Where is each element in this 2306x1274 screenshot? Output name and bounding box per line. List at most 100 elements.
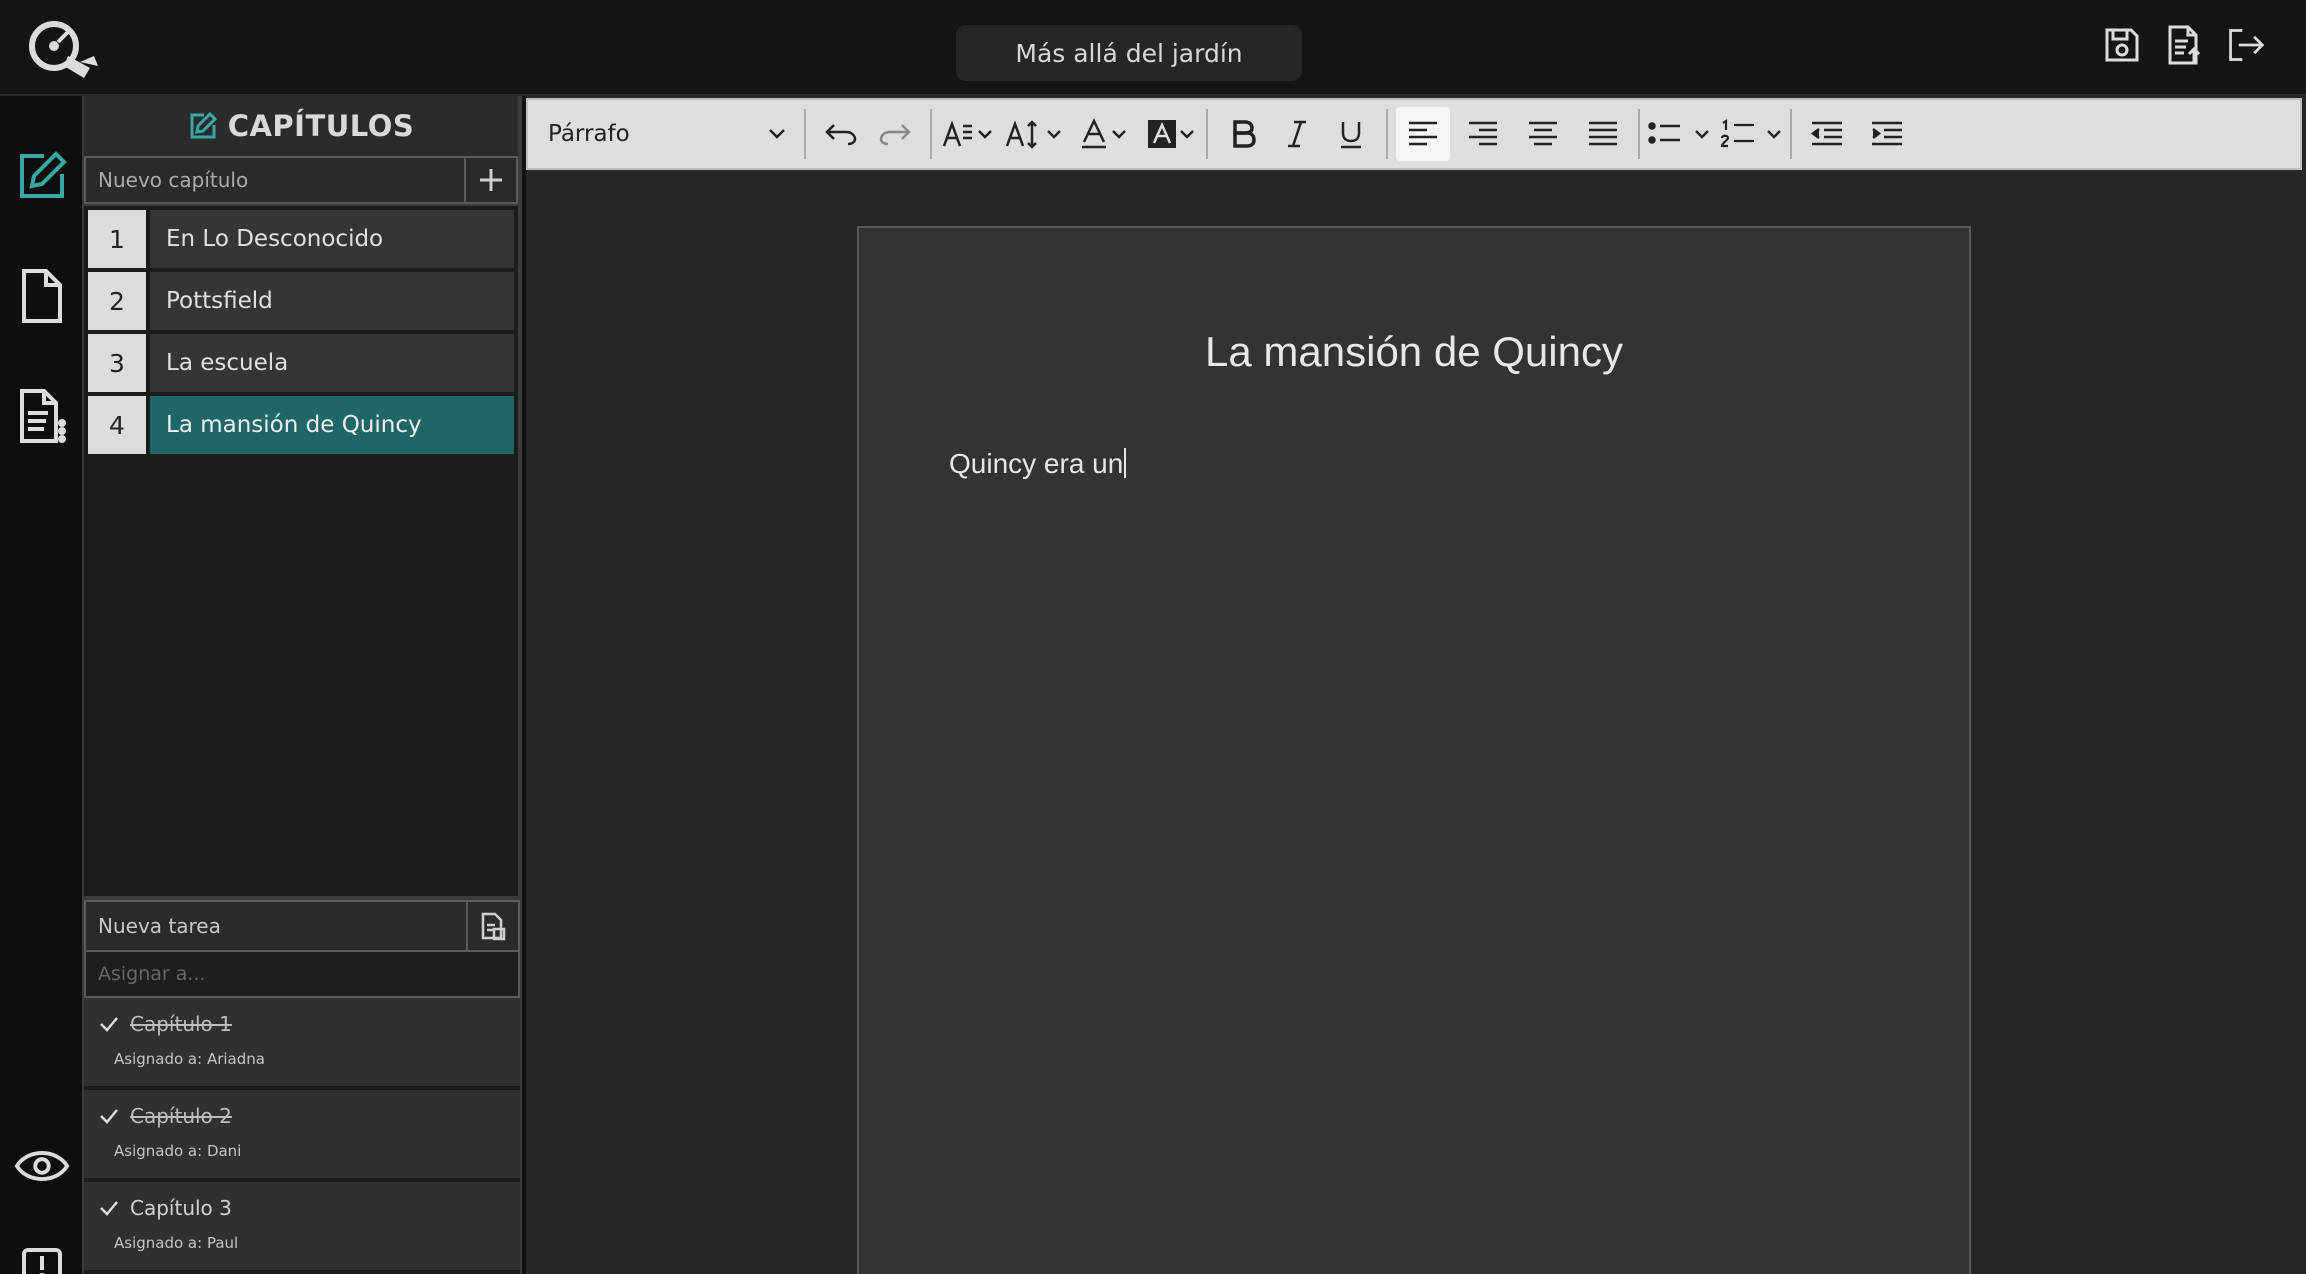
app-logo-icon[interactable] [24,16,104,82]
bold-button[interactable] [1216,107,1270,161]
font-family-dropdown[interactable] [940,107,994,161]
chapter-item[interactable]: 3 La escuela [88,334,514,392]
chevron-down-icon [1047,130,1061,139]
font-size-dropdown[interactable] [1004,107,1062,161]
italic-button[interactable] [1270,107,1324,161]
redo-icon [879,124,911,146]
task-assignee: Asignado a: Dani [114,1142,242,1160]
new-task-input[interactable]: Nueva tarea [84,900,468,952]
chevron-down-icon [1767,130,1781,139]
redo-button[interactable] [868,107,922,161]
task-assignee: Asignado a: Ariadna [114,1050,265,1068]
chapter-heading[interactable]: La mansión de Quincy [859,328,1969,376]
outdent-icon [1810,121,1842,146]
export-document-icon[interactable] [2164,22,2204,68]
chevron-down-icon [978,130,992,139]
check-icon [100,1017,118,1032]
add-chapter-button[interactable] [466,156,518,204]
chapter-item[interactable]: 1 En Lo Desconocido [88,210,514,268]
task-assignee: Asignado a: Paul [114,1234,239,1252]
align-center-icon [1529,121,1557,146]
left-rail [0,96,82,1274]
align-right-button[interactable] [1456,107,1510,161]
numbered-list-icon [1720,118,1754,148]
align-justify-icon [1589,121,1617,146]
chevron-down-icon [1180,130,1194,139]
toolbar-divider [1790,109,1792,159]
edit-icon[interactable] [14,146,70,206]
chapter-name[interactable]: Pottsfield [150,272,514,330]
align-center-button[interactable] [1516,107,1570,161]
indent-button[interactable] [1860,107,1914,161]
editor-area: Párrafo La mansión de Quincy Quincy era … [526,96,2306,1274]
toolbar-divider [804,109,806,159]
chevron-down-icon [1112,130,1126,139]
alert-icon[interactable] [14,1236,70,1274]
eye-icon[interactable] [14,1136,70,1196]
document-icon[interactable] [14,266,70,326]
chapter-name[interactable]: La mansión de Quincy [150,396,514,454]
highlight-color-icon [1148,120,1176,148]
highlight-color-dropdown[interactable] [1144,107,1198,161]
chevron-down-icon [1695,130,1709,139]
italic-icon [1288,120,1306,148]
text-cursor [1124,448,1127,478]
text-color-dropdown[interactable] [1076,107,1130,161]
chapters-panel: CAPÍTULOS Nuevo capítulo 1 En Lo Descono… [82,96,522,1274]
chapter-number: 2 [88,272,146,330]
font-family-icon [942,120,972,147]
bullet-list-icon [1648,122,1680,144]
task-title: Capítulo 2 [130,1104,232,1128]
toolbar-divider [930,109,932,159]
block-format-select[interactable]: Párrafo [538,108,796,160]
bullet-list-dropdown[interactable] [1648,107,1710,161]
document-page[interactable]: La mansión de Quincy Quincy era un [857,226,1971,1274]
task-item[interactable]: Capítulo 2 Asignado a: Dani [84,1090,520,1182]
numbered-list-dropdown[interactable] [1720,107,1782,161]
save-icon[interactable] [2102,22,2142,68]
edit-chapter-icon [190,111,217,139]
new-chapter-row: Nuevo capítulo [84,156,518,206]
logout-icon[interactable] [2226,22,2266,68]
body-text[interactable]: Quincy era un [949,448,1123,479]
document-list-icon[interactable] [14,386,70,446]
chapter-number: 1 [88,210,146,268]
chapter-item-active[interactable]: 4 La mansión de Quincy [88,396,514,454]
chapter-item[interactable]: 2 Pottsfield [88,272,514,330]
chapter-number: 3 [88,334,146,392]
align-left-icon [1409,121,1437,146]
underline-button[interactable] [1324,107,1378,161]
align-justify-button[interactable] [1576,107,1630,161]
task-item[interactable]: Capítulo 1 Asignado a: Ariadna [84,998,520,1090]
align-right-icon [1469,121,1497,146]
task-item[interactable]: Capítulo 3 Asignado a: Paul [84,1182,520,1274]
chevron-down-icon [769,129,785,139]
task-title: Capítulo 1 [130,1012,232,1036]
document-title[interactable]: Más allá del jardín [956,25,1302,81]
chapters-title: CAPÍTULOS [227,109,415,143]
add-task-button[interactable] [468,900,520,952]
chapter-name[interactable]: La escuela [150,334,514,392]
top-actions [2102,22,2266,68]
check-icon [100,1201,118,1216]
chapters-header: CAPÍTULOS [84,96,518,156]
chapter-name[interactable]: En Lo Desconocido [150,210,514,268]
document-body[interactable]: Quincy era un [949,448,1127,480]
new-task-row: Nueva tarea [84,900,520,952]
top-bar: Más allá del jardín [0,0,2306,96]
new-chapter-input[interactable]: Nuevo capítulo [84,156,466,204]
formatting-toolbar: Párrafo [526,98,2302,170]
align-left-button[interactable] [1396,107,1450,161]
undo-button[interactable] [814,107,868,161]
indent-icon [1872,121,1902,146]
bold-icon [1233,120,1256,148]
toolbar-divider [1206,109,1208,159]
task-title: Capítulo 3 [130,1196,232,1220]
chapter-list: 1 En Lo Desconocido 2 Pottsfield 3 La es… [84,206,518,454]
assign-input[interactable]: Asignar a... [84,952,520,998]
font-size-icon [1005,120,1037,149]
tasks-section: Nueva tarea Asignar a... Capítulo 1 Asig… [84,896,520,1274]
check-icon [100,1109,118,1124]
chapter-number: 4 [88,396,146,454]
outdent-button[interactable] [1800,107,1854,161]
